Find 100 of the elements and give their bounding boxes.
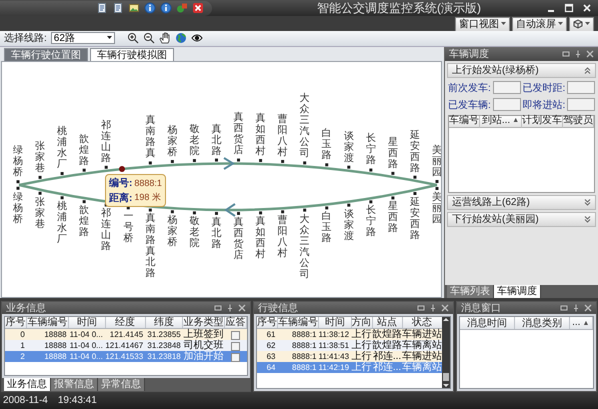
table-cell: 31.23818 [145,351,183,362]
document-icon[interactable] [112,2,124,14]
column-header[interactable]: 纬度 [145,317,183,329]
table-cell: 8888:1 [278,351,318,362]
checkbox[interactable] [231,352,240,362]
column-header[interactable]: 站点 [372,317,402,329]
column-header[interactable]: 车编号 [449,116,480,128]
column-header[interactable]: 车辆编号 [26,317,69,329]
tab[interactable]: 车辆行驶位置图 [4,48,88,61]
column-header[interactable]: 消息时间 [460,317,514,330]
station-marker [104,166,108,169]
tab[interactable]: 异常信息 [98,378,145,392]
table-row[interactable]: 63 8888:1 11:41:43 上行祁连...车辆进站 [257,351,442,362]
info-icon[interactable] [144,2,156,14]
station-marker [413,192,416,195]
column-header[interactable]: 序号 [5,317,27,329]
zoom-out-icon[interactable] [142,32,155,44]
table-cell: 车辆进站 [402,351,442,362]
shapes-icon[interactable] [176,2,188,14]
float-icon[interactable] [417,304,425,312]
float-icon[interactable] [214,304,222,312]
scroll-thumb[interactable] [443,373,449,382]
section-header[interactable]: 下行始发站(美丽园) [447,212,596,227]
cube-icon [573,19,583,30]
checkbox[interactable] [231,342,240,351]
readout-field[interactable] [567,98,595,112]
column-header[interactable]: 时间 [68,317,106,329]
pin-icon[interactable] [572,304,580,312]
section-header[interactable]: 运营线路上(62路) [447,194,596,210]
column-header[interactable]: 驾驶员 [563,116,594,128]
station-marker [192,211,196,214]
table-row[interactable]: 0 18888 11-04 0... 121.4145 31.23855 上班签到 [5,328,246,340]
tab[interactable]: 报警信息 [51,378,98,392]
layout-button[interactable] [569,16,594,31]
station-label: 桃浦水厂 [57,126,68,170]
station-label: 真北路 [211,216,222,250]
float-icon[interactable] [560,304,568,312]
station-label: 大众三汽公司 [300,93,310,160]
station-label: 曹阳八村 [278,215,288,260]
pin-icon[interactable] [226,304,234,312]
table-cell-text: 11:38:12 [318,329,350,340]
maximize-icon[interactable] [564,3,574,13]
station-label: 桃浦水厂 [57,201,68,246]
column-header[interactable]: 经度 [105,317,146,329]
column-header[interactable]: 应答 [224,317,246,329]
station-marker [281,210,284,214]
readout-field[interactable] [492,98,520,112]
column-header[interactable]: 计划发车 [522,116,563,128]
menu-button[interactable]: 窗口视图 [455,16,510,31]
route-dropdown[interactable]: 62路 [50,32,115,44]
float-icon[interactable] [562,50,570,58]
station-marker [148,208,152,212]
table-row[interactable]: 1 18888 11-04 0... 121.41467 31.23848 司机交班 [5,340,246,352]
pin-icon[interactable] [574,50,582,58]
info-icon[interactable] [160,2,172,14]
menu-button[interactable]: 自动滚屏 [512,16,567,31]
panel-title: 消息窗口 [461,302,501,316]
column-header[interactable]: 状态 [402,317,442,329]
close-icon[interactable] [192,2,204,14]
zoom-in-icon[interactable] [126,32,139,44]
chevron-icon[interactable] [584,66,591,74]
tab[interactable]: 业务信息 [4,378,51,392]
column-header[interactable]: 业务类型 [182,317,225,329]
column-header[interactable]: 方向 [351,317,372,329]
readout-field[interactable] [492,81,520,94]
section-header[interactable]: 上行始发站(绿杨桥) [447,62,596,78]
column-header[interactable]: 时间 [318,317,352,329]
column-header[interactable]: 消息类别 [514,317,570,330]
station-label: 歆煌路 [79,205,90,238]
checkbox[interactable] [231,330,240,340]
chevron-icon[interactable] [584,216,591,223]
table-cell-text: 121.41467 [105,340,144,352]
panel-title: 行驶信息 [258,302,298,316]
column-header[interactable]: 序号 [257,317,278,329]
station-marker [325,206,328,210]
tab[interactable]: 车辆调度 [494,285,541,298]
document-icon[interactable] [96,2,108,14]
table-cell: 0 [5,328,27,340]
field-label: 即将进站: [522,98,566,112]
table-row[interactable]: 61 8888:1 11:38:12 上行歆煌路车辆进站 [257,328,442,340]
scroll-down-icon[interactable] [443,383,449,388]
readout-field[interactable] [567,81,595,94]
scrollbar[interactable] [442,317,450,388]
table-cell: 8888:1 [278,340,318,352]
table-row[interactable]: 62 8888:1 11:38:51 上行歆煌路车辆离站 [257,340,442,352]
picture-icon[interactable] [128,2,140,14]
hand-icon[interactable] [158,32,171,44]
chevron-icon[interactable] [584,198,591,206]
station-label: 敬老院 [189,216,200,250]
scroll-up-icon[interactable] [443,317,449,322]
station-label: 歆煌路 [79,134,90,167]
tab[interactable]: 车辆行驶模拟图 [90,48,174,61]
tab[interactable]: 车辆列表 [447,285,494,298]
bus-marker[interactable] [119,166,125,172]
eye-icon[interactable] [190,32,203,44]
pin-icon[interactable] [429,304,437,312]
station-marker [369,200,372,204]
globe-icon[interactable] [174,32,187,44]
station-marker [16,186,20,190]
column-header[interactable]: 车辆编号 [278,317,318,329]
